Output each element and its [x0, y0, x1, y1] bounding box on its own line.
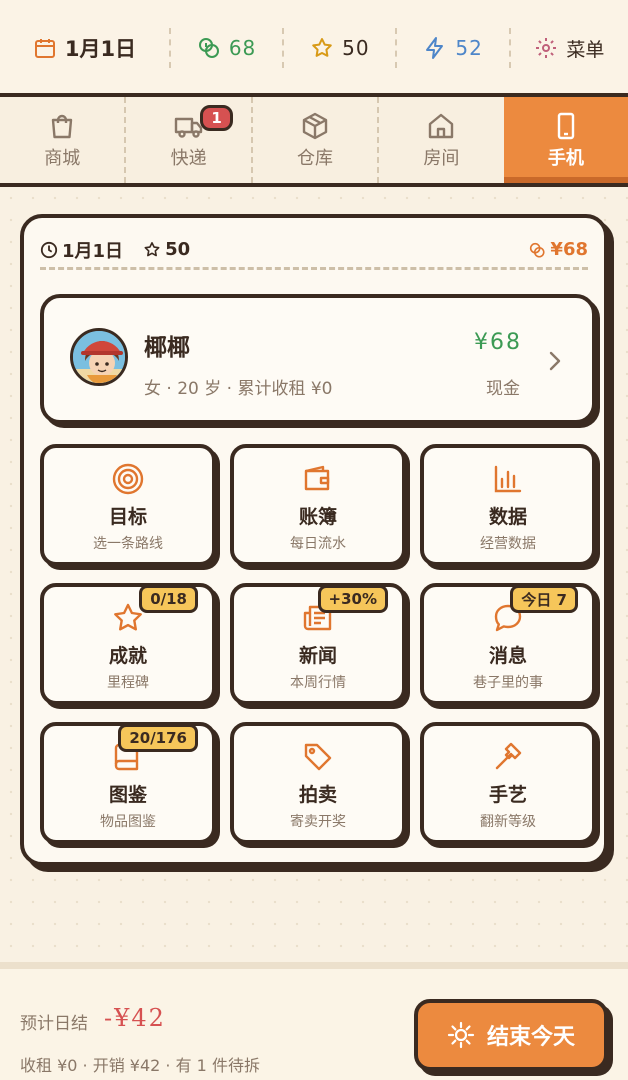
wallet-icon [304, 465, 330, 491]
tab-room[interactable]: 房间 [377, 97, 503, 183]
chevron-right-icon [549, 351, 561, 371]
app-data[interactable]: 数据 经营数据 [420, 444, 596, 566]
phone-stars-value: 50 [165, 239, 191, 260]
phone-panel: 1月1日 50 ¥68 椰椰 女 · 20 岁 · 累计收租 ¥0 ¥68 现金… [20, 214, 608, 866]
count-badge: 今日 7 [510, 585, 578, 613]
estimate-label: 预计日结 [20, 1014, 88, 1034]
bar-chart-icon [494, 465, 522, 493]
progress-badge: 20/176 [118, 724, 198, 752]
status-date: 1月1日 [0, 28, 169, 68]
card-subtitle: 翻新等级 [480, 814, 536, 830]
profile-subtitle: 女 · 20 岁 · 累计收租 ¥0 [144, 379, 333, 399]
tab-phone[interactable]: 手机 [503, 97, 628, 183]
status-energy: 52 [397, 28, 508, 68]
coins-icon [530, 242, 545, 258]
phone-date: 1月1日 [40, 237, 123, 263]
phone-money-value: ¥68 [550, 239, 588, 260]
tab-label: 商城 [44, 148, 81, 169]
card-title: 目标 [108, 506, 147, 528]
trend-badge: +30% [317, 585, 388, 613]
app-messages[interactable]: 消息 巷子里的事 今日 7 [420, 583, 596, 705]
app-achievements[interactable]: 成就 里程碑 0/18 [40, 583, 216, 705]
card-subtitle: 每日流水 [290, 536, 346, 552]
tab-label: 快递 [170, 148, 207, 169]
menu-button-label: 菜单 [566, 38, 605, 61]
card-subtitle: 本周行情 [290, 675, 346, 691]
card-title: 图鉴 [108, 784, 147, 806]
app-auction[interactable]: 拍卖 寄卖开奖 [230, 722, 406, 844]
phone-icon [557, 112, 575, 140]
card-subtitle: 巷子里的事 [473, 675, 543, 691]
box-icon [302, 112, 328, 140]
menu-button[interactable]: 菜单 [511, 28, 628, 68]
profile-card[interactable]: 椰椰 女 · 20 岁 · 累计收租 ¥0 ¥68 现金 [40, 294, 596, 424]
profile-cash-label: 现金 [486, 379, 520, 399]
end-day-button[interactable]: 结束今天 [414, 999, 608, 1071]
progress-badge: 0/18 [139, 585, 198, 613]
star-icon [144, 241, 160, 256]
end-day-label: 结束今天 [486, 1025, 575, 1050]
status-energy-value: 52 [455, 36, 483, 60]
avatar [70, 328, 128, 386]
sun-icon [447, 1021, 475, 1049]
star-icon [312, 38, 332, 57]
phone-status-row: 1月1日 50 ¥68 [40, 232, 588, 270]
status-stars-value: 50 [342, 36, 370, 60]
phone-stars: 50 [143, 239, 190, 260]
tab-warehouse[interactable]: 仓库 [250, 97, 377, 183]
estimate-amount: -¥42 [104, 1004, 166, 1032]
lightning-icon [426, 37, 444, 59]
status-coins: 68 [171, 28, 282, 68]
card-title: 账簿 [298, 506, 337, 528]
card-subtitle: 选一条路线 [93, 536, 163, 552]
tab-label: 房间 [423, 148, 460, 169]
main-tab-bar: 商城 快递 1 仓库 房间 手机 [0, 93, 628, 187]
hammer-icon [495, 742, 522, 770]
card-title: 新闻 [298, 645, 337, 667]
house-icon [429, 113, 454, 139]
tab-label: 手机 [547, 148, 584, 169]
app-goals[interactable]: 目标 选一条路线 [40, 444, 216, 566]
coins-icon [198, 38, 219, 58]
phone-money: ¥68 [528, 239, 588, 260]
card-subtitle: 经营数据 [480, 536, 536, 552]
clock-icon [40, 241, 58, 258]
tab-delivery[interactable]: 快递 1 [124, 97, 250, 183]
card-subtitle: 物品图鉴 [100, 814, 156, 830]
tag-icon [304, 743, 332, 771]
card-title: 消息 [488, 645, 527, 667]
app-collection[interactable]: 图鉴 物品图鉴 20/176 [40, 722, 216, 844]
card-title: 数据 [488, 506, 527, 528]
estimate-detail: 收租 ¥0 · 开销 ¥42 · 有 1 件待拆 [20, 1056, 260, 1075]
gear-icon [536, 38, 557, 58]
bag-icon [52, 114, 73, 139]
profile-cash: ¥68 [474, 330, 522, 355]
target-icon [112, 463, 144, 495]
status-bar: 1月1日 68 50 52 菜单 [0, 0, 628, 96]
status-date-text: 1月1日 [64, 37, 137, 61]
card-title: 手艺 [488, 784, 527, 806]
app-news[interactable]: 新闻 本周行情 +30% [230, 583, 406, 705]
tab-label: 仓库 [297, 148, 334, 169]
app-crafting[interactable]: 手艺 翻新等级 [420, 722, 596, 844]
card-title: 成就 [108, 645, 147, 667]
phone-date-text: 1月1日 [62, 240, 124, 262]
avatar-image [73, 331, 125, 383]
card-title: 拍卖 [298, 784, 337, 806]
status-coins-value: 68 [228, 36, 257, 60]
tab-shop[interactable]: 商城 [0, 97, 124, 183]
status-stars: 50 [284, 28, 395, 68]
app-ledger[interactable]: 账簿 每日流水 [230, 444, 406, 566]
card-subtitle: 里程碑 [107, 675, 149, 691]
profile-name: 椰椰 [144, 335, 190, 361]
day-summary-footer: 预计日结 -¥42 收租 ¥0 · 开销 ¥42 · 有 1 件待拆 结束今天 [0, 962, 628, 1080]
notification-badge: 1 [200, 105, 233, 131]
calendar-icon [34, 39, 55, 58]
card-subtitle: 寄卖开奖 [290, 814, 346, 830]
